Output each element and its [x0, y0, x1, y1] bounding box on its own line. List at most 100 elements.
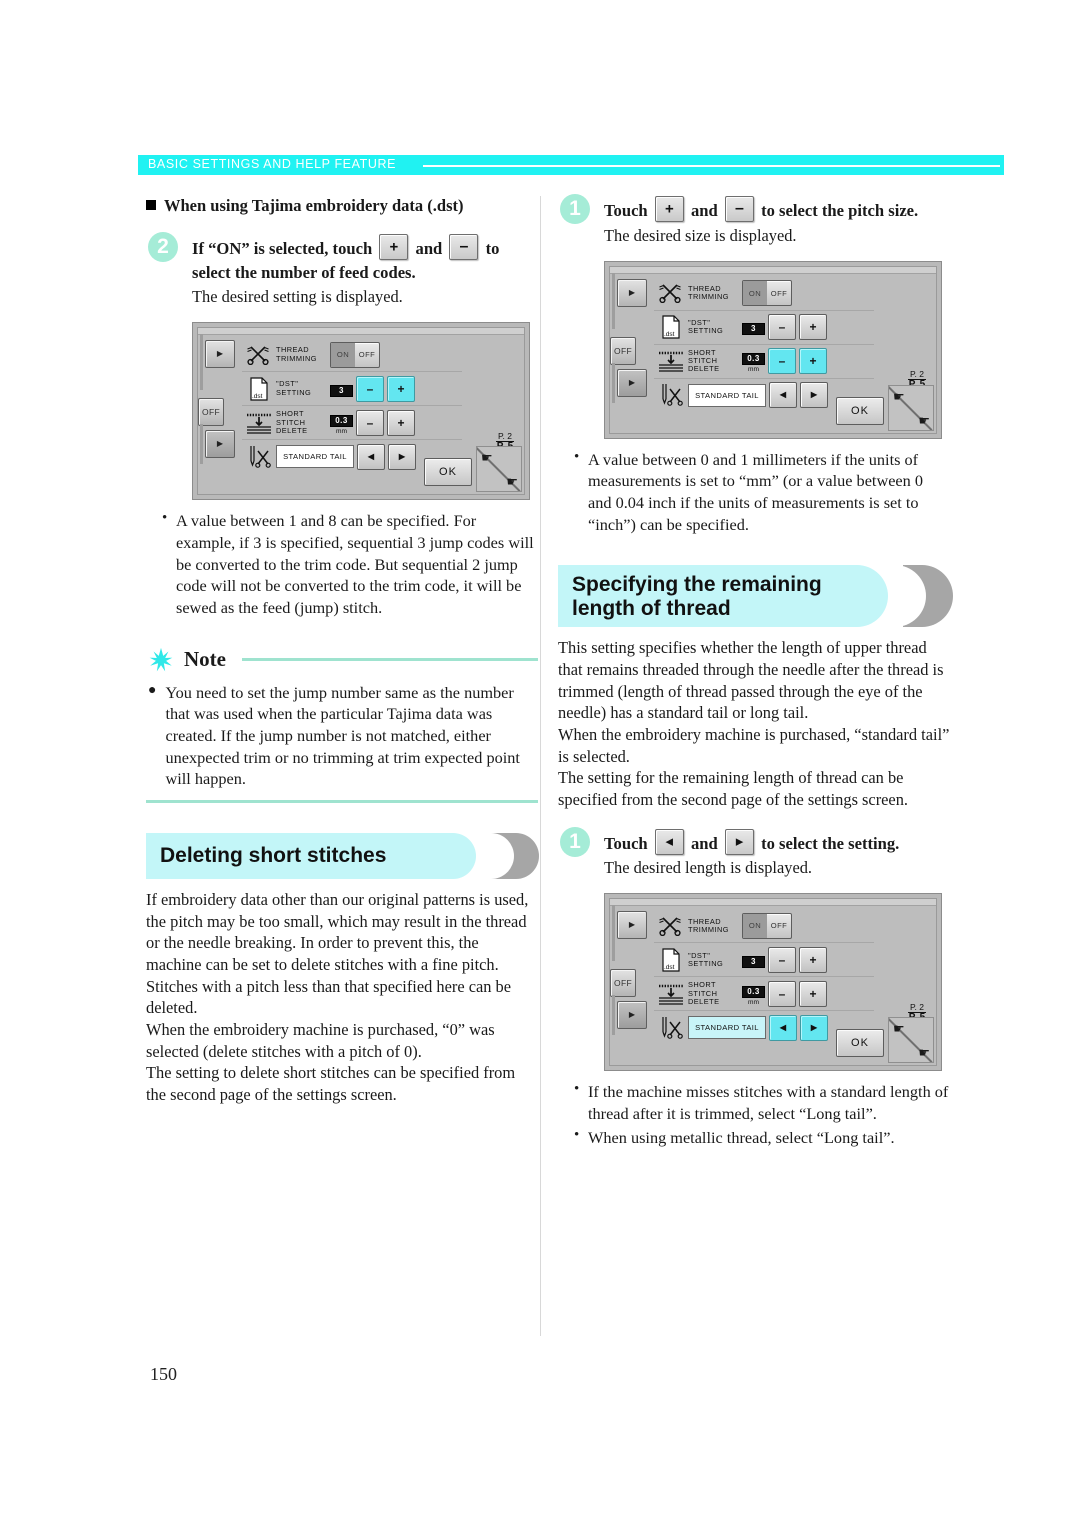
short-stitch-icon: [654, 350, 688, 372]
short-stitch-value: 0.3: [330, 414, 353, 427]
step-1-select-setting: 1 Touch and to select the setting. The d…: [558, 826, 950, 1072]
thread-trimming-on-label[interactable]: ON: [743, 281, 767, 306]
lcd-ok-button[interactable]: OK: [424, 458, 472, 487]
lcd-label-dst-setting: "DST" SETTING: [688, 317, 724, 336]
rail-off-button[interactable]: [610, 969, 636, 998]
lcd-ctrl-dst-setting: 3: [742, 314, 827, 341]
short-stitch-plus-button[interactable]: [387, 409, 415, 436]
short-stitch-minus-button[interactable]: [768, 980, 796, 1007]
short-stitch-minus-button[interactable]: [768, 348, 796, 375]
rail-edge-1: [612, 272, 615, 329]
short-stitch-plus-button[interactable]: [799, 348, 827, 375]
thread-trimming-on-label[interactable]: ON: [331, 342, 355, 367]
svg-text:.dst: .dst: [664, 964, 675, 971]
note-text: You need to set the jump number same as …: [165, 682, 520, 789]
lcd-label-dst-setting: "DST" SETTING: [276, 379, 312, 397]
thread-trimming-off-label[interactable]: OFF: [767, 914, 791, 938]
minus-key-icon[interactable]: [449, 234, 479, 260]
lcd-help-corner-button[interactable]: ☛ ☛: [888, 1017, 934, 1064]
lcd-screen-settings-short-stitch[interactable]: THREADTRIMMING ON OFF: [604, 260, 942, 439]
dst-value: 3: [330, 384, 353, 397]
rail-next-page-button-top[interactable]: [617, 911, 647, 940]
rail-off-button[interactable]: [198, 398, 224, 427]
lcd-label-dst-setting: "DST" SETTING: [688, 950, 724, 968]
standard-tail-field: STANDARD TAIL: [688, 383, 766, 407]
short-stitch-value-display: 0.3 mm: [742, 981, 765, 1007]
rail-next-page-button-bottom[interactable]: [617, 368, 647, 397]
thread-trimming-onoff-toggle[interactable]: ON OFF: [742, 280, 792, 307]
lcd-ctrl-thread-trimming: ON OFF: [742, 912, 792, 939]
left-arrow-key-icon[interactable]: [654, 828, 684, 855]
right-section-body-paragraph-2: When the embroidery machine is purchased…: [558, 725, 950, 766]
right-arrow-key-icon[interactable]: [724, 828, 754, 855]
pointing-hand-icon-bottom: ☛: [918, 412, 930, 428]
step-1-pitch-subtitle: The desired size is displayed.: [604, 225, 797, 245]
standard-tail-right-button[interactable]: [800, 1014, 828, 1041]
lcd-inner-frame: THREADTRIMMING ON OFF: [197, 327, 525, 496]
dst-minus-button[interactable]: [768, 314, 796, 341]
dst-file-icon: .dst: [242, 377, 276, 401]
standard-tail-left-button[interactable]: [769, 1014, 797, 1041]
lcd-ctrl-standard-tail: STANDARD TAIL: [688, 382, 828, 409]
lcd-help-corner-button[interactable]: ☛ ☛: [476, 446, 522, 493]
rail-off-button[interactable]: [610, 336, 636, 365]
thread-trimming-off-label[interactable]: OFF: [767, 281, 791, 305]
dst-value: 3: [742, 955, 765, 968]
lcd-row-thread-trimming: THREAD TRIMMING ON OFF: [654, 277, 874, 310]
standard-tail-field: STANDARD TAIL: [276, 445, 354, 469]
lcd-ctrl-short-stitch: 0.3 mm: [742, 348, 827, 375]
standard-tail-left-button[interactable]: [769, 382, 797, 409]
rail-next-page-button-bottom[interactable]: [205, 430, 235, 459]
rail-next-page-button-bottom[interactable]: [617, 1001, 647, 1030]
short-stitch-minus-button[interactable]: [356, 409, 384, 436]
dst-plus-button[interactable]: [799, 946, 827, 973]
dst-plus-button[interactable]: [799, 314, 827, 341]
step-2-title-line2: select the number of feed codes.: [192, 262, 416, 282]
standard-tail-right-button[interactable]: [388, 443, 416, 470]
lcd-ctrl-short-stitch: 0.3 mm: [330, 409, 415, 436]
step-1-setting-title-part3: to select the setting.: [761, 833, 900, 853]
lcd-screen-settings-dst[interactable]: THREADTRIMMING ON OFF: [192, 322, 530, 501]
short-stitch-unit: mm: [336, 427, 347, 435]
dst-plus-button[interactable]: [387, 375, 415, 402]
rail-next-page-button-top[interactable]: [205, 340, 235, 369]
lcd-ok-button[interactable]: OK: [836, 396, 884, 425]
lcd-ok-button[interactable]: OK: [836, 1029, 884, 1058]
lcd-top-strip: [610, 899, 936, 907]
lcd-settings-rows: THREAD TRIMMING ON OFF .dst "DST" SETTIN…: [654, 909, 874, 1044]
lcd-help-corner-button[interactable]: ☛ ☛: [888, 384, 934, 431]
thread-trimming-on-label[interactable]: ON: [743, 913, 767, 938]
dst-minus-button[interactable]: [356, 375, 384, 402]
minus-key-icon[interactable]: [724, 196, 754, 222]
short-stitch-plus-button[interactable]: [799, 980, 827, 1007]
lcd-screen-settings-standard-tail[interactable]: THREADTRIMMING ON OFF: [604, 893, 942, 1072]
thread-trimming-onoff-toggle[interactable]: ON OFF: [330, 341, 380, 368]
standard-tail-left-button[interactable]: [357, 443, 385, 470]
short-stitch-value: 0.3: [742, 986, 765, 999]
plus-key-icon[interactable]: [654, 196, 684, 222]
short-stitch-value-display: 0.3 mm: [330, 410, 353, 436]
thread-trimming-onoff-toggle[interactable]: ON OFF: [742, 912, 792, 939]
right-column: 1 Touch and to select the pitch size. Th…: [558, 194, 953, 1150]
standard-tail-right-button[interactable]: [800, 382, 828, 409]
pointing-hand-icon-bottom: ☛: [506, 474, 518, 490]
thread-trimming-off-label[interactable]: OFF: [355, 343, 379, 367]
lcd-label-thread-trimming: THREAD TRIMMING: [688, 283, 729, 302]
step-1-pitch-title-part2: and: [690, 201, 718, 220]
lcd-left-rail: [198, 334, 240, 494]
step-1-setting-title: Touch and to select the setting.: [604, 828, 950, 856]
section-body-paragraph-1: If embroidery data other than our origin…: [146, 889, 529, 1018]
lcd-row-dst-setting: .dst "DST" SETTING 3: [654, 942, 874, 976]
dst-minus-button[interactable]: [768, 946, 796, 973]
note-rule-bottom: [146, 799, 538, 803]
step-1-setting-title-part2: and: [690, 833, 718, 853]
lcd-top-strip: [198, 328, 524, 336]
section-heading-remaining-thread: Specifying the remaining length of threa…: [558, 565, 953, 628]
scissors-icon: [242, 345, 276, 365]
plus-key-icon[interactable]: [379, 234, 409, 260]
short-stitch-value-display: 0.3 mm: [742, 348, 765, 374]
rail-edge-1: [612, 905, 615, 962]
scissors-icon: [654, 283, 688, 304]
rail-next-page-button-top[interactable]: [617, 278, 647, 307]
left-column: When using Tajima embroidery data (.dst)…: [146, 196, 539, 1106]
